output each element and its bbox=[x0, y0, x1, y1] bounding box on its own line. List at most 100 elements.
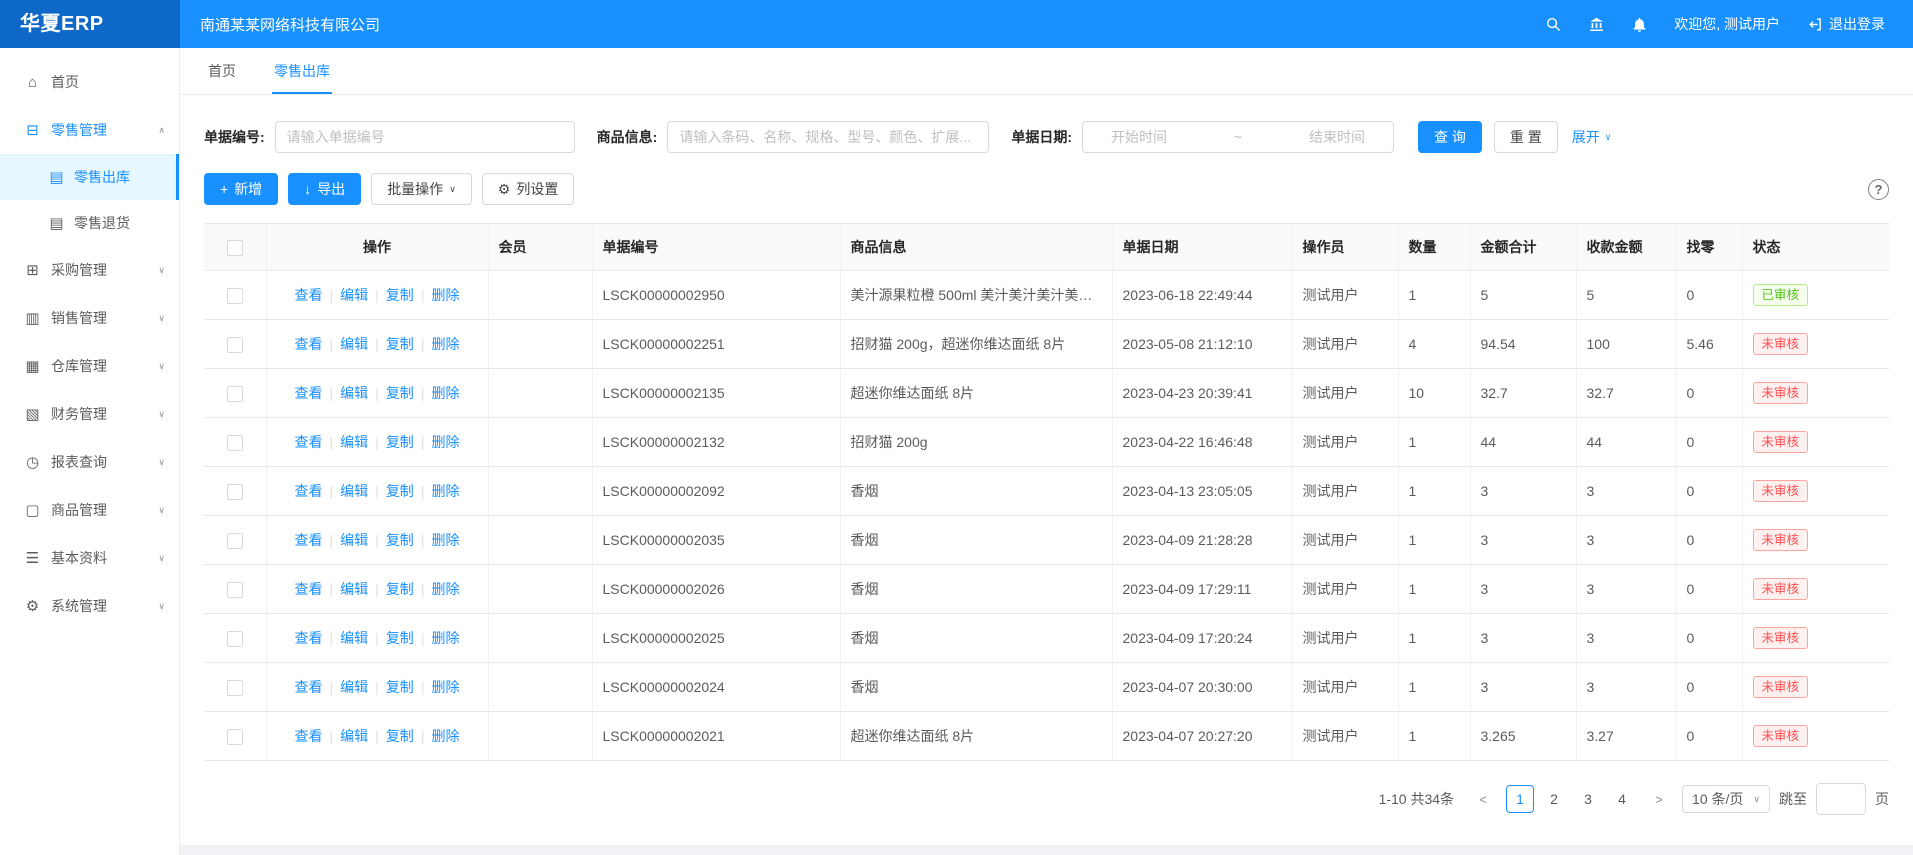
page-size-select[interactable]: 10 条/页 ∨ bbox=[1682, 785, 1770, 813]
edit-link[interactable]: 编辑 bbox=[340, 336, 368, 352]
sidebar-item-system[interactable]: ⚙系统管理∨ bbox=[0, 582, 179, 630]
view-link[interactable]: 查看 bbox=[295, 385, 323, 401]
row-checkbox[interactable] bbox=[227, 288, 243, 304]
delete-link[interactable]: 删除 bbox=[431, 434, 459, 450]
view-link[interactable]: 查看 bbox=[295, 532, 323, 548]
sidebar: ⌂首页⊟零售管理∧▤零售出库▤零售退货⊞采购管理∨▥销售管理∨▦仓库管理∨▧财务… bbox=[0, 48, 180, 855]
edit-link[interactable]: 编辑 bbox=[340, 287, 368, 303]
view-link[interactable]: 查看 bbox=[295, 679, 323, 695]
column-settings-button[interactable]: ⚙ 列设置 bbox=[482, 173, 575, 205]
copy-link[interactable]: 复制 bbox=[386, 434, 414, 450]
row-checkbox[interactable] bbox=[227, 484, 243, 500]
page-button-3[interactable]: 3 bbox=[1574, 785, 1602, 813]
edit-link[interactable]: 编辑 bbox=[340, 385, 368, 401]
delete-link[interactable]: 删除 bbox=[431, 679, 459, 695]
sidebar-item-retail-return[interactable]: ▤零售退货 bbox=[0, 200, 179, 246]
row-checkbox[interactable] bbox=[227, 680, 243, 696]
next-page-button[interactable]: > bbox=[1645, 785, 1673, 813]
delete-link[interactable]: 删除 bbox=[431, 336, 459, 352]
sidebar-item-basic[interactable]: ☰基本资料∨ bbox=[0, 534, 179, 582]
total-amount-cell: 5 bbox=[1470, 271, 1576, 320]
copy-link[interactable]: 复制 bbox=[386, 483, 414, 499]
page-button-4[interactable]: 4 bbox=[1608, 785, 1636, 813]
page-button-1[interactable]: 1 bbox=[1506, 785, 1534, 813]
row-checkbox[interactable] bbox=[227, 337, 243, 353]
row-checkbox[interactable] bbox=[227, 386, 243, 402]
edit-link[interactable]: 编辑 bbox=[340, 532, 368, 548]
view-link[interactable]: 查看 bbox=[295, 581, 323, 597]
system-icon: ⚙ bbox=[24, 597, 41, 615]
copy-link[interactable]: 复制 bbox=[386, 728, 414, 744]
app-logo[interactable]: 华夏ERP bbox=[0, 0, 180, 48]
delete-link[interactable]: 删除 bbox=[431, 385, 459, 401]
edit-link[interactable]: 编辑 bbox=[340, 434, 368, 450]
copy-link[interactable]: 复制 bbox=[386, 630, 414, 646]
tab-retail-outbound[interactable]: 零售出库 bbox=[272, 48, 332, 94]
edit-link[interactable]: 编辑 bbox=[340, 581, 368, 597]
jump-page-input[interactable] bbox=[1816, 783, 1866, 815]
date-range-picker[interactable]: 开始时间 ~ 结束时间 bbox=[1082, 121, 1394, 153]
bell-icon[interactable] bbox=[1631, 16, 1648, 33]
edit-link[interactable]: 编辑 bbox=[340, 679, 368, 695]
delete-link[interactable]: 删除 bbox=[431, 728, 459, 744]
reset-button[interactable]: 重 置 bbox=[1494, 121, 1558, 153]
select-all-checkbox[interactable] bbox=[227, 240, 243, 256]
sidebar-item-retail[interactable]: ⊟零售管理∧ bbox=[0, 106, 179, 154]
add-button[interactable]: + 新增 bbox=[204, 173, 278, 205]
search-button[interactable]: 查 询 bbox=[1418, 121, 1482, 153]
bank-icon[interactable] bbox=[1588, 16, 1605, 33]
batch-actions-button[interactable]: 批量操作 ∨ bbox=[371, 173, 472, 205]
chevron-down-icon: ∨ bbox=[1605, 132, 1612, 143]
help-icon[interactable]: ? bbox=[1868, 179, 1889, 200]
copy-link[interactable]: 复制 bbox=[386, 287, 414, 303]
sidebar-item-goods[interactable]: ▢商品管理∨ bbox=[0, 486, 179, 534]
document-icon: ▤ bbox=[48, 214, 65, 232]
actions-cell: 查看|编辑|复制|删除 bbox=[266, 565, 488, 614]
row-checkbox[interactable] bbox=[227, 533, 243, 549]
status-badge: 未审核 bbox=[1753, 725, 1809, 747]
copy-link[interactable]: 复制 bbox=[386, 532, 414, 548]
total-amount-cell: 44 bbox=[1470, 418, 1576, 467]
sidebar-item-home[interactable]: ⌂首页 bbox=[0, 58, 179, 106]
row-checkbox[interactable] bbox=[227, 582, 243, 598]
tab-home[interactable]: 首页 bbox=[206, 48, 238, 94]
copy-link[interactable]: 复制 bbox=[386, 336, 414, 352]
delete-link[interactable]: 删除 bbox=[431, 287, 459, 303]
sidebar-item-finance[interactable]: ▧财务管理∨ bbox=[0, 390, 179, 438]
total-amount-cell: 3 bbox=[1470, 516, 1576, 565]
view-link[interactable]: 查看 bbox=[295, 483, 323, 499]
sidebar-item-label: 商品管理 bbox=[51, 500, 107, 520]
view-link[interactable]: 查看 bbox=[295, 287, 323, 303]
view-link[interactable]: 查看 bbox=[295, 728, 323, 744]
delete-link[interactable]: 删除 bbox=[431, 581, 459, 597]
edit-link[interactable]: 编辑 bbox=[340, 483, 368, 499]
delete-link[interactable]: 删除 bbox=[431, 630, 459, 646]
sidebar-item-warehouse[interactable]: ▦仓库管理∨ bbox=[0, 342, 179, 390]
row-checkbox[interactable] bbox=[227, 631, 243, 647]
copy-link[interactable]: 复制 bbox=[386, 679, 414, 695]
bill-no-input[interactable] bbox=[275, 121, 575, 153]
copy-link[interactable]: 复制 bbox=[386, 581, 414, 597]
view-link[interactable]: 查看 bbox=[295, 434, 323, 450]
status-cell: 已审核 bbox=[1742, 271, 1889, 320]
row-checkbox[interactable] bbox=[227, 729, 243, 745]
search-icon[interactable] bbox=[1545, 16, 1562, 33]
view-link[interactable]: 查看 bbox=[295, 630, 323, 646]
copy-link[interactable]: 复制 bbox=[386, 385, 414, 401]
expand-link[interactable]: 展开 ∨ bbox=[1572, 127, 1612, 147]
row-checkbox[interactable] bbox=[227, 435, 243, 451]
page-button-2[interactable]: 2 bbox=[1540, 785, 1568, 813]
product-info-input[interactable] bbox=[667, 121, 989, 153]
delete-link[interactable]: 删除 bbox=[431, 483, 459, 499]
sidebar-item-sales[interactable]: ▥销售管理∨ bbox=[0, 294, 179, 342]
sidebar-item-purchase[interactable]: ⊞采购管理∨ bbox=[0, 246, 179, 294]
sidebar-item-report[interactable]: ◷报表查询∨ bbox=[0, 438, 179, 486]
prev-page-button[interactable]: < bbox=[1469, 785, 1497, 813]
edit-link[interactable]: 编辑 bbox=[340, 630, 368, 646]
view-link[interactable]: 查看 bbox=[295, 336, 323, 352]
export-button[interactable]: ↓ 导出 bbox=[288, 173, 361, 205]
delete-link[interactable]: 删除 bbox=[431, 532, 459, 548]
logout-button[interactable]: 退出登录 bbox=[1806, 14, 1885, 34]
sidebar-item-retail-outbound[interactable]: ▤零售出库 bbox=[0, 154, 179, 200]
edit-link[interactable]: 编辑 bbox=[340, 728, 368, 744]
